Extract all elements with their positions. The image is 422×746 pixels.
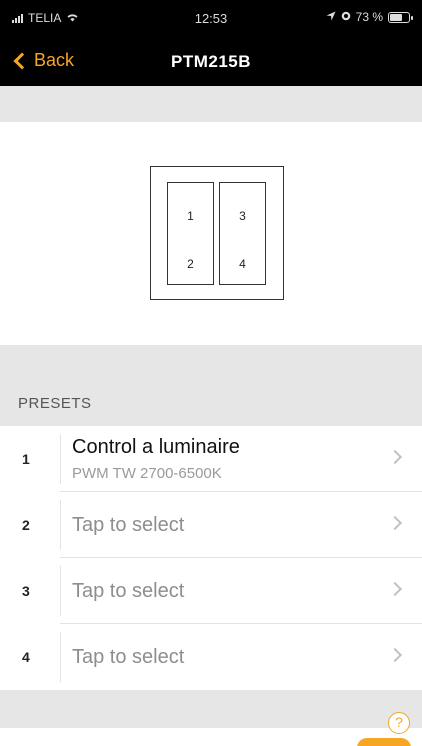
preset-placeholder: Tap to select	[72, 514, 185, 536]
section-divider-bottom	[0, 690, 422, 728]
preset-subtitle: PWM TW 2700-6500K	[72, 465, 222, 482]
switch-button-1: 1	[187, 209, 194, 223]
preset-number: 1	[22, 451, 30, 467]
row-divider	[60, 632, 61, 682]
toggle-switch[interactable]	[357, 738, 411, 746]
switch-rocker-left: 1 2	[167, 182, 214, 285]
page-title: PTM215B	[170, 52, 252, 71]
battery-percentage: 73 %	[355, 10, 383, 24]
switch-button-2: 2	[187, 257, 194, 271]
battery-icon	[388, 11, 413, 23]
preset-number: 2	[22, 517, 30, 533]
alarm-icon	[341, 10, 351, 24]
switch-diagram: 1 2 3 4	[150, 166, 284, 300]
switch-button-4: 4	[239, 257, 246, 271]
preset-row-2[interactable]: 2 Tap to select	[0, 492, 422, 558]
row-divider	[60, 434, 61, 484]
preset-placeholder: Tap to select	[72, 580, 185, 602]
chevron-right-icon	[387, 647, 403, 663]
status-right: 73 %	[326, 10, 413, 24]
preset-title: Control a luminaire	[72, 436, 240, 458]
navigation-bar: Back PTM215B	[0, 42, 422, 82]
preset-number: 4	[22, 649, 30, 665]
presets-section-label: PRESETS	[18, 395, 92, 412]
row-divider	[60, 566, 61, 616]
status-bar: TELIA 12:53 73 %	[0, 0, 422, 36]
location-icon	[326, 10, 336, 24]
preset-placeholder: Tap to select	[72, 646, 185, 668]
preset-row-1[interactable]: 1 Control a luminaire PWM TW 2700-6500K	[0, 426, 422, 492]
chevron-right-icon	[387, 449, 403, 465]
top-bar: TELIA 12:53 73 % Back PTM215B	[0, 0, 422, 86]
presets-header	[0, 345, 422, 426]
preset-row-4[interactable]: 4 Tap to select	[0, 624, 422, 690]
switch-button-3: 3	[239, 209, 246, 223]
preset-row-3[interactable]: 3 Tap to select	[0, 558, 422, 624]
switch-rocker-right: 3 4	[219, 182, 266, 285]
chevron-right-icon	[387, 515, 403, 531]
chevron-right-icon	[387, 581, 403, 597]
row-divider	[60, 500, 61, 550]
preset-number: 3	[22, 583, 30, 599]
help-icon[interactable]: ?	[388, 712, 410, 734]
section-divider-top	[0, 86, 422, 122]
